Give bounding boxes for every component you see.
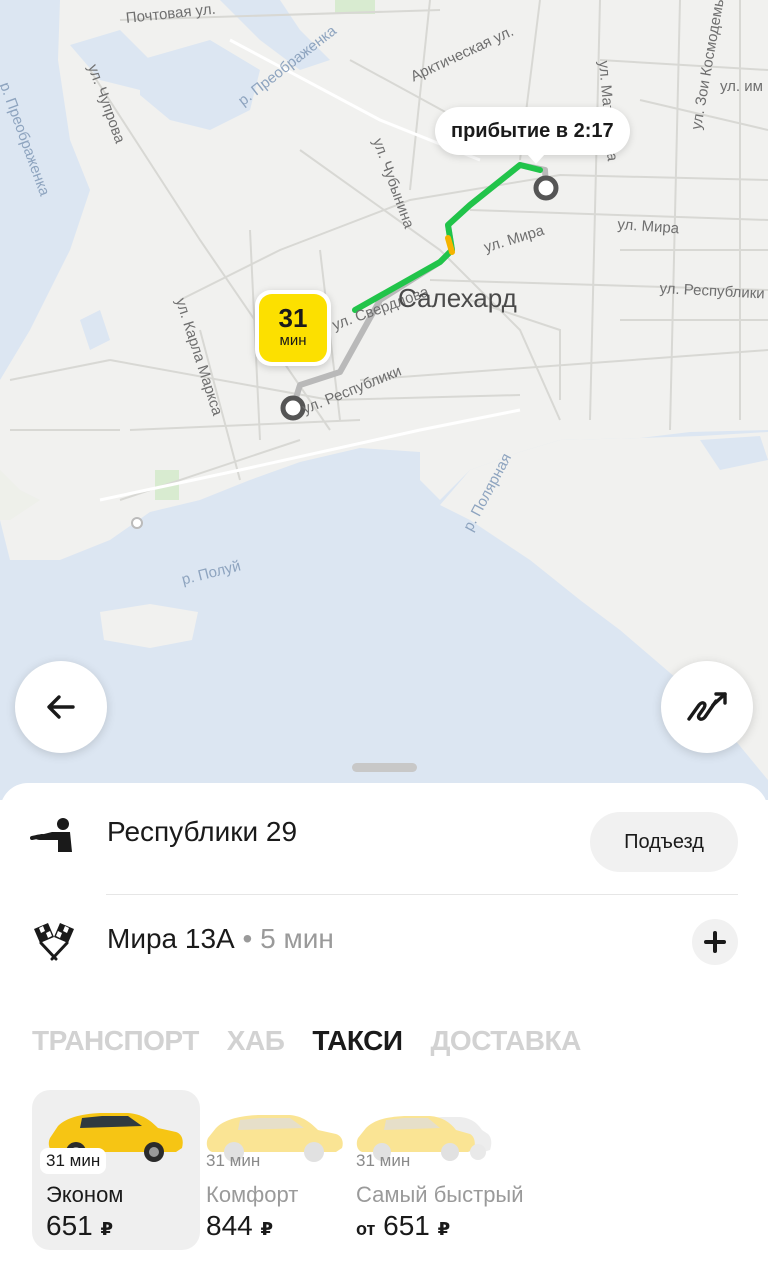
person-pointing-icon	[30, 818, 72, 852]
tariff-name: Эконом	[46, 1182, 124, 1207]
arrival-tooltip: прибытие в 2:17	[435, 107, 630, 164]
tariff-name: Самый быстрый	[356, 1182, 524, 1207]
currency: ₽	[260, 1219, 274, 1239]
currency: ₽	[100, 1219, 114, 1239]
tab-taxi[interactable]: ТАКСИ	[312, 1025, 403, 1057]
destination-duration: 5 мин	[260, 923, 334, 954]
tariff-name: Комфорт	[206, 1182, 299, 1207]
tariff-card-fastest[interactable]: 31 мин Самый быстрый от 651 ₽	[342, 1090, 552, 1250]
price-value: 844	[206, 1210, 253, 1241]
tariff-eta: 31 мин	[206, 1151, 261, 1170]
tab-delivery[interactable]: ДОСТАВКА	[430, 1025, 581, 1057]
route-icon	[687, 692, 727, 721]
destination-address-text: Мира 13А	[107, 923, 235, 954]
route-options-button[interactable]	[661, 661, 753, 753]
back-button[interactable]	[15, 661, 107, 753]
service-tabs: ТРАНСПОРТ ХАБ ТАКСИ ДОСТАВКА	[32, 1025, 609, 1065]
city-label: Салехард	[398, 283, 517, 313]
price-value: 651	[46, 1210, 93, 1241]
sheet-drag-handle[interactable]	[352, 763, 417, 772]
tab-transport[interactable]: ТРАНСПОРТ	[32, 1025, 199, 1057]
tariff-card-economy[interactable]: 31 мин Эконом 651 ₽	[32, 1090, 200, 1250]
pickup-address: Республики 29	[107, 816, 298, 847]
destination-address-row[interactable]: Мира 13А • 5 мин	[0, 897, 768, 989]
add-stop-button[interactable]	[692, 919, 738, 965]
arrival-time-text: прибытие в 2:17	[451, 120, 614, 142]
pickup-address-row[interactable]: Республики 29 Подъезд	[0, 788, 768, 895]
tariff-eta: 31 мин	[356, 1151, 411, 1170]
tariff-price: 651 ₽	[46, 1210, 113, 1242]
price-prefix: от	[356, 1219, 376, 1239]
map[interactable]: Почтовая ул. р. Преображенка Арктическая…	[0, 0, 768, 800]
divider	[106, 894, 738, 895]
order-sheet: Республики 29 Подъезд Мира 13А • 5 мин Т…	[0, 783, 768, 1280]
arrow-left-icon	[47, 695, 75, 719]
street-label: ул. им	[720, 78, 763, 95]
checkered-flags-icon	[34, 923, 74, 961]
eta-unit: мин	[279, 332, 307, 349]
currency: ₽	[437, 1219, 451, 1239]
destination-address: Мира 13А • 5 мин	[107, 923, 334, 955]
eta-badge: 31 мин	[255, 290, 331, 366]
tariff-price: от 651 ₽	[356, 1210, 450, 1242]
entrance-button[interactable]: Подъезд	[590, 812, 738, 872]
tariff-card-comfort[interactable]: 31 мин Комфорт 844 ₽	[192, 1090, 360, 1250]
price-value: 651	[383, 1210, 430, 1241]
tab-hub[interactable]: ХАБ	[227, 1025, 285, 1057]
eta-value: 31	[278, 303, 308, 333]
separator-dot: •	[234, 923, 261, 954]
tariff-eta: 31 мин	[40, 1148, 107, 1174]
tariff-price: 844 ₽	[206, 1210, 273, 1242]
